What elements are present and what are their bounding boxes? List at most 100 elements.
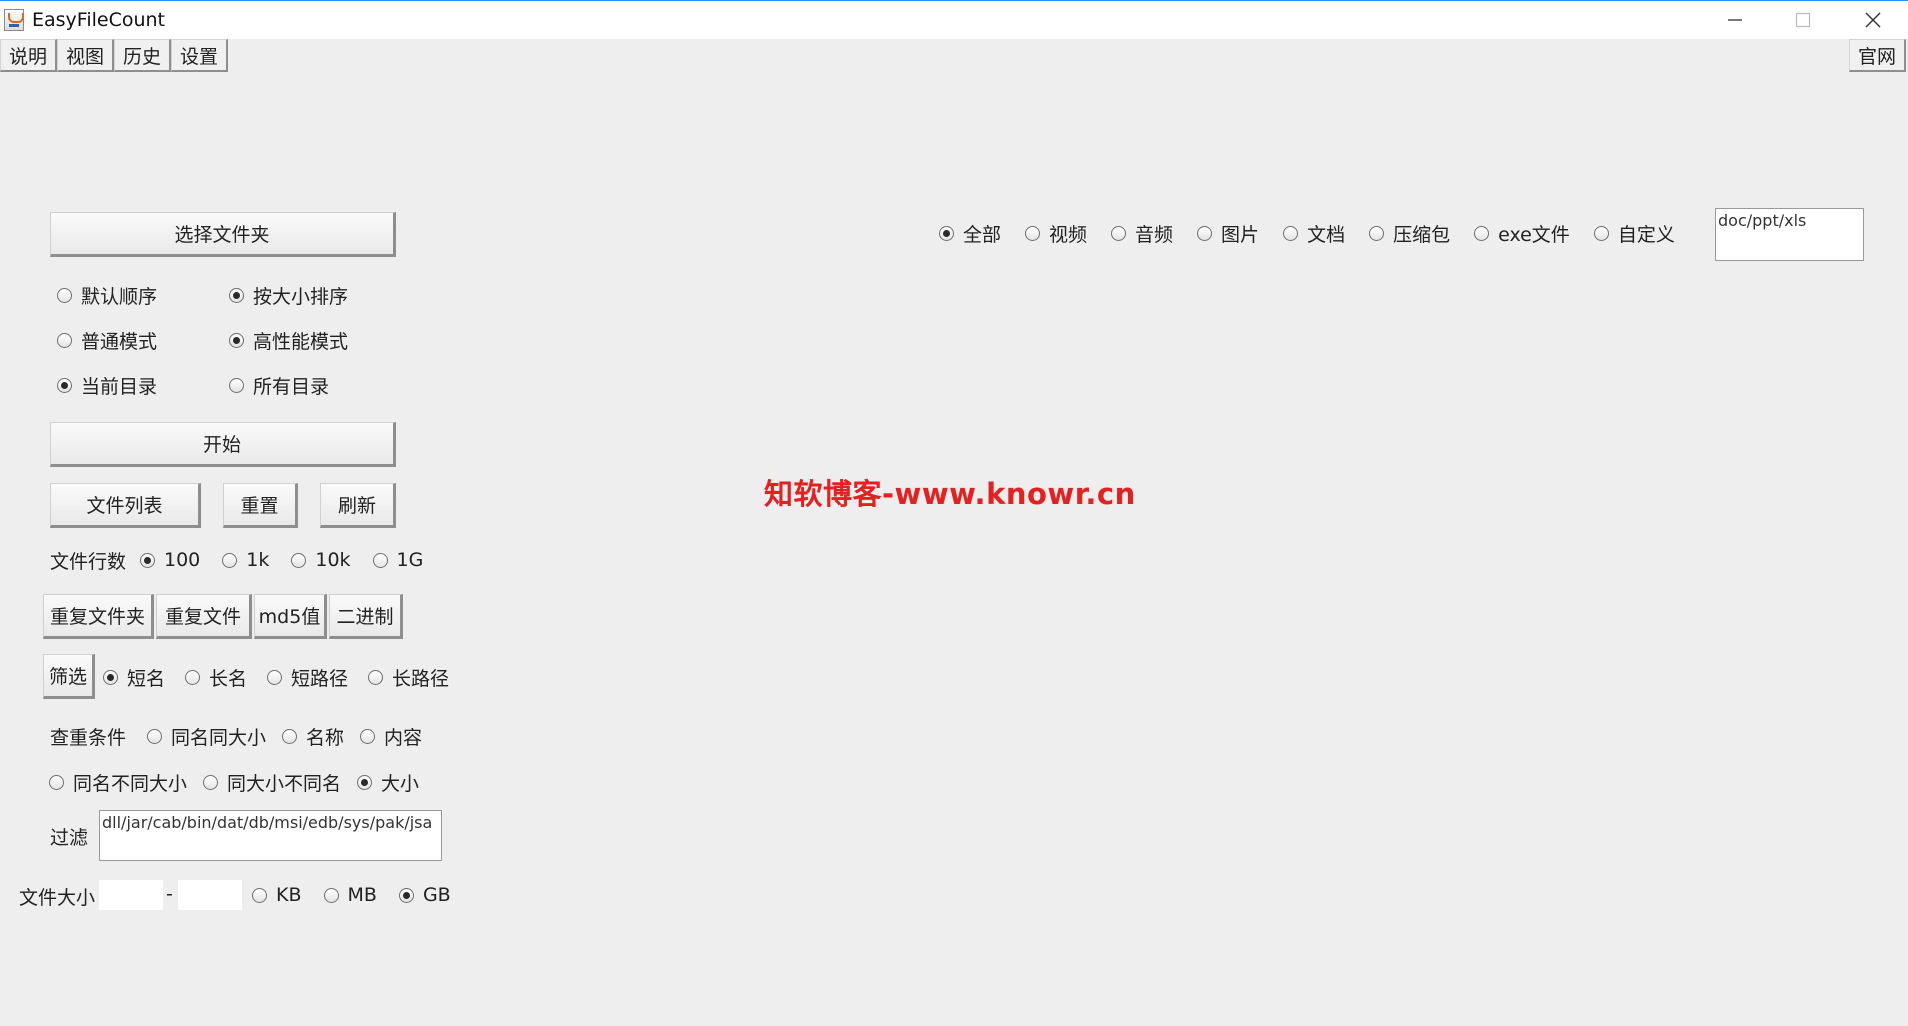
radio-by-size[interactable]: 大小 xyxy=(357,769,419,796)
md5-button[interactable]: md5值 xyxy=(254,594,327,639)
radio-dot xyxy=(323,887,339,903)
radio-dot xyxy=(1025,225,1041,241)
dup-condition-options-2: 同名不同大小 同大小不同名 大小 xyxy=(49,768,419,796)
radio-high-performance-mode[interactable]: 高性能模式 xyxy=(229,327,348,354)
size-max-input[interactable] xyxy=(178,880,242,910)
radio-dot xyxy=(1283,225,1299,241)
radio-dot xyxy=(282,728,298,744)
java-app-icon xyxy=(4,9,24,31)
radio-dot xyxy=(222,552,238,568)
radio-lines-10k[interactable]: 10k xyxy=(291,549,351,571)
radio-type-document[interactable]: 文档 xyxy=(1283,220,1345,247)
radio-lines-100[interactable]: 100 xyxy=(140,549,200,571)
size-min-input[interactable] xyxy=(99,880,163,910)
duplicate-files-button[interactable]: 重复文件 xyxy=(156,594,252,639)
radio-lines-1k[interactable]: 1k xyxy=(222,549,269,571)
radio-dot xyxy=(57,332,72,348)
radio-type-custom[interactable]: 自定义 xyxy=(1593,220,1675,247)
radio-dot xyxy=(229,377,244,393)
file-lines-options: 100 1k 10k 1G xyxy=(140,546,423,574)
radio-long-name[interactable]: 长名 xyxy=(185,664,247,691)
radio-dot xyxy=(939,225,954,241)
reset-button[interactable]: 重置 xyxy=(223,483,298,528)
close-icon xyxy=(1865,12,1881,28)
duplicate-folders-button[interactable]: 重复文件夹 xyxy=(43,594,154,639)
radio-short-path[interactable]: 短路径 xyxy=(267,664,348,691)
maximize-button[interactable] xyxy=(1768,1,1838,39)
radio-type-audio[interactable]: 音频 xyxy=(1111,220,1173,247)
radio-type-image[interactable]: 图片 xyxy=(1197,220,1259,247)
menu-item-history[interactable]: 历史 xyxy=(114,39,172,72)
file-type-options: 全部 视频 音频 图片 文档 压缩包 exe文件 自定义 xyxy=(939,219,1675,247)
radio-dot xyxy=(49,774,64,790)
radio-same-name-same-size[interactable]: 同名同大小 xyxy=(147,723,266,750)
menu-bar: 说明 视图 历史 设置 xyxy=(0,39,229,72)
menu-item-help[interactable]: 说明 xyxy=(0,39,58,72)
size-dash: - xyxy=(166,883,173,905)
radio-dot xyxy=(1593,225,1609,241)
radio-current-directory[interactable]: 当前目录 xyxy=(57,372,157,399)
mode-options-2: 高性能模式 xyxy=(229,326,348,354)
custom-types-input[interactable]: doc/ppt/xls xyxy=(1715,208,1864,261)
filter-extensions-input[interactable]: dll/jar/cab/bin/dat/db/msi/edb/sys/pak/j… xyxy=(99,810,442,861)
radio-same-name-diff-size[interactable]: 同名不同大小 xyxy=(49,769,187,796)
minimize-button[interactable] xyxy=(1700,1,1770,39)
radio-same-size-diff-name[interactable]: 同大小不同名 xyxy=(203,769,341,796)
title-bar: EasyFileCount xyxy=(0,1,1908,39)
window-title: EasyFileCount xyxy=(32,9,166,31)
close-button[interactable] xyxy=(1838,1,1908,39)
radio-type-video[interactable]: 视频 xyxy=(1025,220,1087,247)
radio-type-archive[interactable]: 压缩包 xyxy=(1369,220,1450,247)
radio-all-directories[interactable]: 所有目录 xyxy=(229,372,329,399)
radio-short-name[interactable]: 短名 xyxy=(103,664,165,691)
maximize-icon xyxy=(1795,12,1811,28)
select-folder-button[interactable]: 选择文件夹 xyxy=(50,212,396,257)
radio-dot xyxy=(1111,225,1127,241)
menu-item-view[interactable]: 视图 xyxy=(57,39,115,72)
radio-dot xyxy=(357,774,373,790)
watermark-text: 知软博客-www.knowr.cn xyxy=(764,477,1136,511)
radio-dot xyxy=(1369,225,1385,241)
start-button[interactable]: 开始 xyxy=(50,422,396,467)
radio-dot xyxy=(372,552,388,568)
binary-button[interactable]: 二进制 xyxy=(329,594,403,639)
filter-button[interactable]: 筛选 xyxy=(43,654,95,699)
radio-dot xyxy=(57,287,72,303)
radio-dot xyxy=(185,669,201,685)
radio-dot xyxy=(57,377,72,393)
radio-unit-kb[interactable]: KB xyxy=(252,884,302,906)
scope-options: 当前目录 xyxy=(57,371,157,399)
radio-dot xyxy=(360,728,376,744)
radio-dot xyxy=(229,287,244,303)
radio-unit-gb[interactable]: GB xyxy=(398,884,451,906)
radio-sort-by-size[interactable]: 按大小排序 xyxy=(229,282,348,309)
file-lines-label: 文件行数 xyxy=(50,551,127,573)
sort-options: 默认顺序 xyxy=(57,281,157,309)
radio-dot xyxy=(1197,225,1213,241)
radio-type-exe[interactable]: exe文件 xyxy=(1474,220,1570,247)
mode-options: 普通模式 xyxy=(57,326,157,354)
radio-lines-1g[interactable]: 1G xyxy=(372,549,423,571)
radio-dot xyxy=(203,774,219,790)
size-unit-options: KB MB GB xyxy=(252,881,451,909)
radio-by-name[interactable]: 名称 xyxy=(282,723,344,750)
official-site-button[interactable]: 官网 xyxy=(1848,39,1906,72)
menu-item-settings[interactable]: 设置 xyxy=(171,39,229,72)
radio-dot xyxy=(252,887,267,903)
radio-dot xyxy=(291,552,307,568)
radio-normal-mode[interactable]: 普通模式 xyxy=(57,327,157,354)
refresh-button[interactable]: 刷新 xyxy=(320,483,396,528)
scope-options-2: 所有目录 xyxy=(229,371,329,399)
dup-condition-options-1: 同名同大小 名称 内容 xyxy=(147,722,422,750)
radio-type-all[interactable]: 全部 xyxy=(939,220,1001,247)
radio-dot xyxy=(229,332,244,348)
radio-dot xyxy=(147,728,162,744)
file-list-button[interactable]: 文件列表 xyxy=(50,483,201,528)
radio-long-path[interactable]: 长路径 xyxy=(368,664,449,691)
radio-unit-mb[interactable]: MB xyxy=(323,884,377,906)
dup-condition-label: 查重条件 xyxy=(50,727,127,749)
radio-by-content[interactable]: 内容 xyxy=(360,723,422,750)
radio-dot xyxy=(103,669,118,685)
radio-default-order[interactable]: 默认顺序 xyxy=(57,282,157,309)
name-options: 短名 长名 短路径 长路径 xyxy=(103,663,449,691)
